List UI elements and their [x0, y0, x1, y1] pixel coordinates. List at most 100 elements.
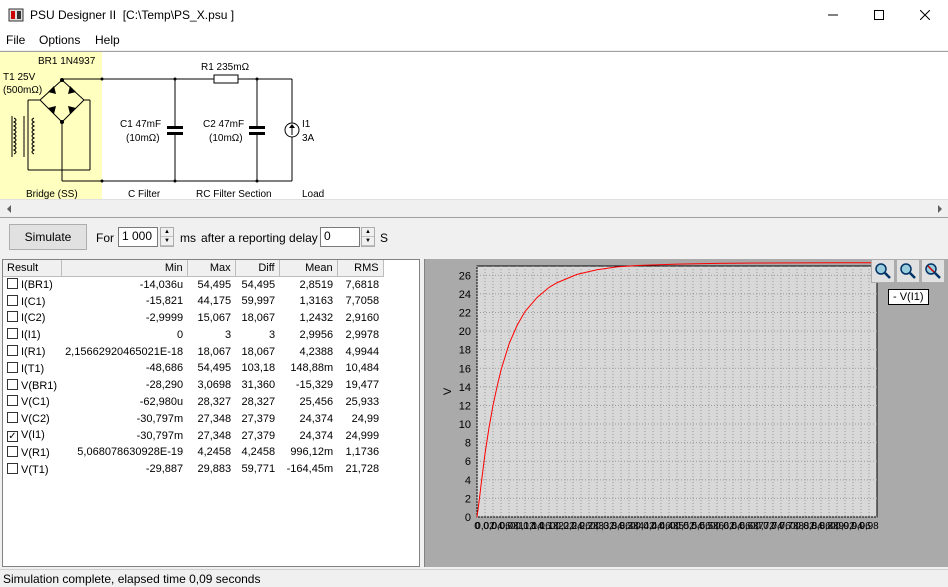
col-diff[interactable]: Diff [235, 260, 280, 277]
result-checkbox[interactable]: ✓ [7, 431, 18, 443]
min-cell: -29,887 [145, 463, 184, 476]
table-row[interactable]: V(C2) -30,797m 27,348 27,379 24,374 24,99 [3, 410, 383, 427]
col-rms[interactable]: RMS [337, 260, 384, 277]
c2-label: C2 47mF [203, 119, 244, 130]
col-max[interactable]: Max [187, 260, 236, 277]
zoom-in-button[interactable] [871, 259, 895, 283]
col-min[interactable]: Min [61, 260, 188, 277]
table-row[interactable]: ✓ V(I1) -30,797m 27,348 27,379 24,374 24,999 [3, 427, 383, 444]
result-cell: I(R1) [3, 343, 61, 360]
bridge-label: BR1 1N4937 [38, 56, 96, 67]
menu-help[interactable]: Help [95, 33, 120, 47]
results-header: Result Min Max Diff Mean RMS [3, 260, 384, 277]
spin-down-icon[interactable]: ▼ [161, 237, 173, 246]
minimize-button[interactable] [810, 0, 856, 30]
table-row[interactable]: V(BR1) -28,290 3,0698 31,360 -15,329 19,477 [3, 377, 383, 394]
current-source-i1[interactable] [284, 122, 300, 138]
resistor-r1[interactable] [213, 74, 239, 84]
title-bar: PSU Designer II [C:\Temp\PS_X.psu ] [0, 0, 948, 30]
table-row[interactable]: I(BR1) -14,036u 54,495 54,495 2,8519 7,6818 [3, 276, 383, 293]
maximize-button[interactable] [856, 0, 902, 30]
max-cell: 3 [225, 328, 232, 341]
result-checkbox[interactable] [7, 278, 18, 290]
max-cell: 27,348 [197, 412, 232, 425]
delay-spinner[interactable]: ▲ ▼ [361, 227, 375, 247]
max-cell: 54,495 [197, 362, 232, 375]
menu-bar: File Options Help [0, 30, 948, 50]
y-tick-label: 12 [459, 400, 471, 412]
zoom-fit-button[interactable] [896, 259, 920, 283]
result-cell: V(C1) [3, 394, 61, 411]
for-label: For [96, 231, 114, 245]
spin-down-icon[interactable]: ▼ [362, 237, 374, 246]
results-grid[interactable]: Result Min Max Diff Mean RMS I(BR1) -14,0… [2, 259, 420, 567]
capacitor-c2[interactable] [249, 126, 265, 135]
result-checkbox[interactable] [7, 294, 18, 306]
capacitor-c1[interactable] [167, 126, 183, 135]
scroll-left-button[interactable] [0, 200, 17, 217]
menu-file[interactable]: File [6, 33, 25, 47]
y-tick-label: 2 [465, 493, 471, 505]
spin-up-icon[interactable]: ▲ [161, 228, 173, 237]
table-row[interactable]: I(R1) 2,15662920465021E-18 18,067 18,067 4,2… [3, 343, 383, 360]
min-cell: -15,821 [145, 295, 184, 308]
result-checkbox[interactable] [7, 445, 18, 457]
result-name: I(I1) [21, 329, 41, 342]
close-icon [920, 10, 930, 20]
scroll-right-button[interactable] [931, 200, 948, 217]
max-cell: 15,067 [197, 311, 232, 324]
result-checkbox[interactable] [7, 345, 18, 357]
table-row[interactable]: I(C1) -15,821 44,175 59,997 1,3163 7,7058 [3, 293, 383, 310]
schematic-diagram: BR1 1N4937 T1 25V (500mΩ) R1 235mΩ C1 47… [0, 52, 324, 200]
duration-spinner[interactable]: ▲ ▼ [160, 227, 174, 247]
diff-cell: 27,379 [241, 429, 276, 442]
min-cell: -48,686 [145, 362, 184, 375]
y-tick-label: 24 [459, 289, 471, 301]
result-name: I(C1) [21, 295, 46, 308]
spin-up-icon[interactable]: ▲ [362, 228, 374, 237]
diff-cell: 28,327 [241, 395, 276, 408]
result-checkbox[interactable] [7, 311, 18, 323]
duration-input[interactable]: 1 000 [118, 227, 158, 247]
result-cell: I(T1) [3, 360, 61, 377]
diff-cell: 18,067 [241, 311, 276, 324]
y-tick-label: 18 [459, 345, 471, 357]
result-checkbox[interactable] [7, 462, 18, 474]
result-checkbox[interactable] [7, 328, 18, 340]
max-cell: 3,0698 [197, 379, 232, 392]
table-row[interactable]: I(I1) 0 3 3 2,9956 2,9978 [3, 326, 383, 343]
schematic-scrollbar[interactable] [0, 199, 948, 216]
result-checkbox[interactable] [7, 361, 18, 373]
table-row[interactable]: V(C1) -62,980u 28,327 28,327 25,456 25,933 [3, 394, 383, 411]
result-cell: I(I1) [3, 326, 61, 343]
col-mean[interactable]: Mean [279, 260, 338, 277]
simulation-toolbar: Simulate For 1 000 ▲ ▼ ms after a report… [0, 217, 948, 257]
diff-cell: 103,18 [241, 362, 276, 375]
table-row[interactable]: I(T1) -48,686 54,495 103,18 148,88m 10,484 [3, 360, 383, 377]
zoom-out-button[interactable] [921, 259, 945, 283]
result-checkbox[interactable] [7, 378, 18, 390]
max-cell: 4,2458 [197, 446, 232, 459]
table-row[interactable]: V(R1) 5,068078630928E-19 4,2458 4,2458 996,1… [3, 444, 383, 461]
result-checkbox[interactable] [7, 412, 18, 424]
result-checkbox[interactable] [7, 395, 18, 407]
diff-cell: 27,379 [241, 412, 276, 425]
results-table: Result Min Max Diff Mean RMS I(BR1) -14,0… [3, 260, 384, 478]
result-cell: V(BR1) [3, 377, 61, 394]
max-cell: 29,883 [197, 463, 232, 476]
col-result[interactable]: Result [3, 260, 62, 277]
zoom-fit-icon [900, 263, 916, 279]
table-row[interactable]: I(C2) -2,9999 15,067 18,067 1,2432 2,9160 [3, 310, 383, 327]
result-name: V(I1) [21, 429, 45, 442]
rms-cell: 2,9160 [345, 311, 380, 324]
chart-legend: - V(I1) [888, 289, 929, 305]
i1-value: 3A [302, 133, 315, 144]
delay-input[interactable]: 0 [320, 227, 360, 247]
simulate-button[interactable]: Simulate [9, 224, 87, 250]
table-row[interactable]: V(T1) -29,887 29,883 59,771 -164,45m 21,728 [3, 461, 383, 478]
result-name: V(T1) [21, 463, 49, 476]
menu-options[interactable]: Options [39, 33, 80, 47]
min-cell: 2,15662920465021E-18 [65, 345, 184, 358]
x-tick-label: 0,98 [859, 521, 879, 532]
close-button[interactable] [902, 0, 948, 30]
